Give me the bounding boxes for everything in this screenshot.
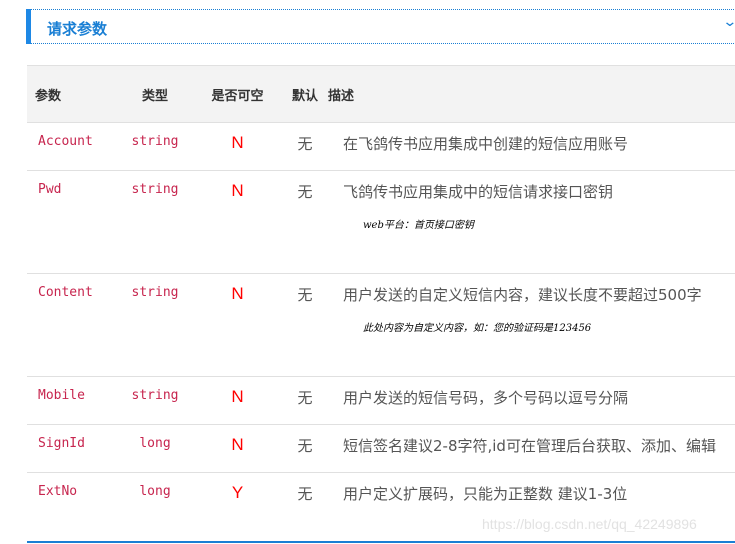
param-nullable: N: [231, 284, 244, 303]
param-description: 飞鸽传书应用集成中的短信请求接口密钥 web平台：首页接口密钥: [325, 171, 735, 274]
watermark: https://blog.csdn.net/qq_42249896: [482, 516, 697, 532]
param-description: 用户发送的自定义短信内容，建议长度不要超过500字 此处内容为自定义内容，如：您…: [325, 274, 735, 377]
description-text: 短信签名建议2-8字符,id可在管理后台获取、添加、编辑: [343, 437, 716, 455]
param-description: 用户发送的短信号码，多个号码以逗号分隔: [325, 377, 735, 425]
param-name: Mobile: [38, 388, 85, 403]
param-name: Pwd: [38, 182, 62, 197]
param-default: 无: [297, 437, 313, 455]
chevron-down-icon[interactable]: ⌄: [722, 14, 735, 30]
table-row: Content string N 无 用户发送的自定义短信内容，建议长度不要超过…: [27, 273, 735, 377]
header-param: 参数: [35, 88, 62, 104]
param-description: 用户定义扩展码，只能为正整数 建议1-3位: [325, 473, 735, 521]
param-type: long: [139, 484, 171, 499]
header-description: 描述: [328, 88, 355, 104]
param-default: 无: [297, 183, 313, 201]
description-note: web平台：首页接口密钥: [363, 220, 474, 231]
table-row: Account string N 无 在飞鸽传书应用集成中创建的短信应用账号: [27, 122, 735, 171]
param-type: string: [131, 182, 179, 197]
description-text: 飞鸽传书应用集成中的短信请求接口密钥: [343, 183, 614, 201]
param-type: string: [131, 388, 179, 403]
section-title: 请求参数: [47, 20, 108, 38]
param-nullable: Y: [231, 483, 244, 502]
param-name: Account: [38, 134, 93, 149]
param-description: 在飞鸽传书应用集成中创建的短信应用账号: [325, 123, 735, 171]
table-row: Mobile string N 无 用户发送的短信号码，多个号码以逗号分隔: [27, 376, 735, 425]
param-name: ExtNo: [38, 484, 78, 499]
table-header-row: 参数 类型 是否可空 默认 描述: [27, 65, 735, 123]
param-nullable: N: [231, 133, 244, 152]
param-name: Content: [38, 285, 93, 300]
description-note: 此处内容为自定义内容，如：您的验证码是123456: [363, 323, 592, 334]
description-text: 用户发送的短信号码，多个号码以逗号分隔: [343, 389, 629, 407]
header-nullable: 是否可空: [211, 88, 264, 104]
param-default: 无: [297, 135, 313, 153]
param-default: 无: [297, 389, 313, 407]
table-row: ExtNo long Y 无 用户定义扩展码，只能为正整数 建议1-3位: [27, 472, 735, 521]
section-bottom-divider: [27, 541, 735, 543]
param-type: long: [139, 436, 171, 451]
param-default: 无: [297, 286, 313, 304]
description-text: 用户发送的自定义短信内容，建议长度不要超过500字: [343, 286, 702, 304]
header-default: 默认: [291, 88, 318, 104]
param-nullable: N: [231, 387, 244, 406]
section-accent-bar: [26, 9, 31, 44]
section-header-request-params[interactable]: 请求参数 ⌄: [26, 9, 735, 44]
param-type: string: [131, 134, 179, 149]
param-default: 无: [297, 485, 313, 503]
param-description: 短信签名建议2-8字符,id可在管理后台获取、添加、编辑: [325, 425, 735, 473]
header-type: 类型: [141, 88, 168, 104]
description-text: 在飞鸽传书应用集成中创建的短信应用账号: [343, 135, 629, 153]
param-nullable: N: [231, 435, 244, 454]
param-nullable: N: [231, 181, 244, 200]
table-row: Pwd string N 无 飞鸽传书应用集成中的短信请求接口密钥 web平台：…: [27, 170, 735, 274]
params-table: 参数 类型 是否可空 默认 描述 Account string N 无 在飞鸽传…: [27, 65, 735, 521]
param-type: string: [131, 285, 179, 300]
table-row: SignId long N 无 短信签名建议2-8字符,id可在管理后台获取、添…: [27, 424, 735, 473]
param-name: SignId: [38, 436, 85, 451]
description-text: 用户定义扩展码，只能为正整数 建议1-3位: [343, 485, 628, 503]
